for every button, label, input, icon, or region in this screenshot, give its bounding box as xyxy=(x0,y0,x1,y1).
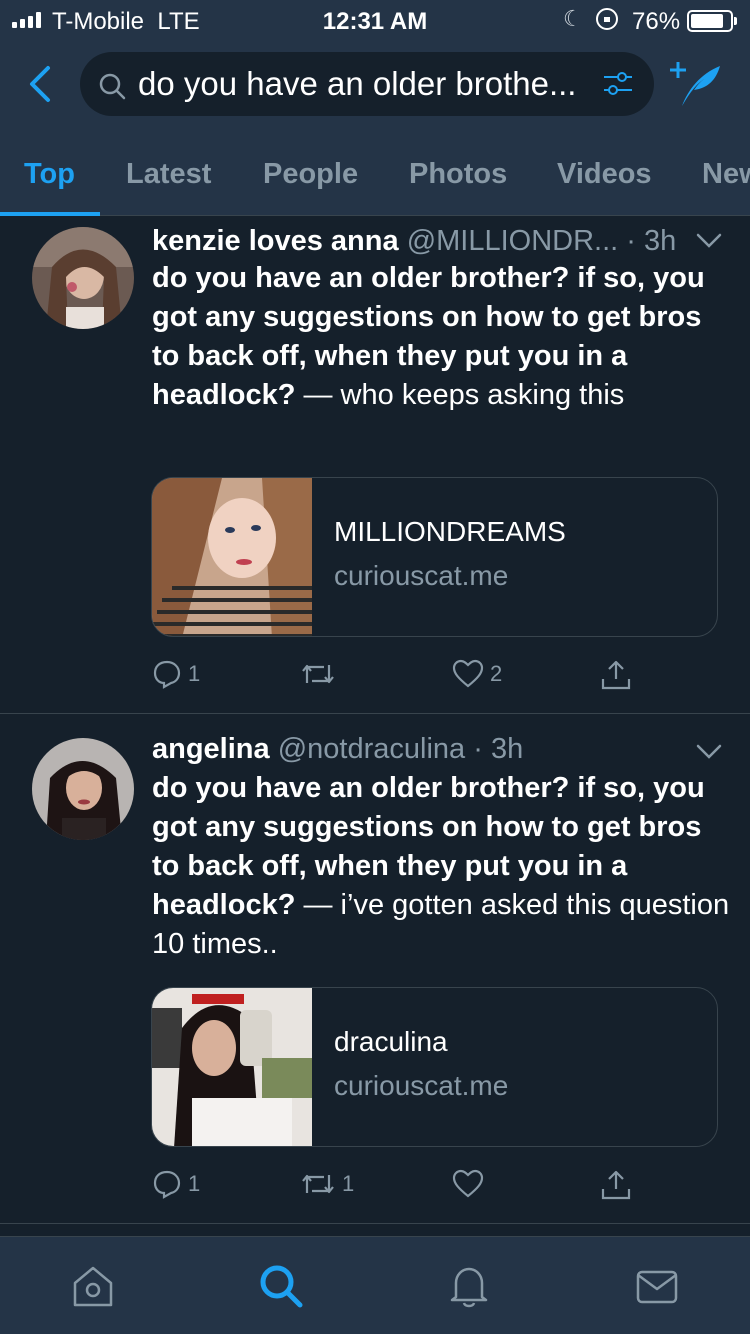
nav-notifications[interactable] xyxy=(446,1263,492,1309)
reply-count: 1 xyxy=(188,661,201,686)
search-icon xyxy=(260,1265,303,1308)
tweet-actions: 1 1 xyxy=(0,1169,750,1209)
retweet-button[interactable]: 1 xyxy=(300,1169,354,1199)
reply-count: 1 xyxy=(188,1171,201,1196)
tab-latest[interactable]: Latest xyxy=(126,158,211,191)
tweet-header: kenzie loves anna @MILLIONDR... · 3h xyxy=(152,225,676,258)
orientation-lock-icon xyxy=(596,8,618,30)
chevron-left-icon xyxy=(30,66,50,102)
avatar[interactable] xyxy=(32,738,134,840)
tweet[interactable]: kenzie loves anna @MILLIONDR... · 3h do … xyxy=(0,217,750,714)
tweet-header: angelina @notdraculina · 3h xyxy=(152,733,523,766)
reply-button[interactable]: 1 xyxy=(152,1169,200,1199)
battery-icon xyxy=(687,10,737,32)
card-thumbnail xyxy=(152,478,312,636)
like-count: 2 xyxy=(490,661,503,686)
status-bar: T-Mobile LTE 12:31 AM ☾ 76% xyxy=(0,0,750,40)
reply-button[interactable]: 1 xyxy=(152,659,200,689)
nav-home[interactable] xyxy=(70,1263,116,1309)
retweet-icon xyxy=(302,664,334,684)
card-domain: curiouscat.me xyxy=(334,1070,509,1101)
battery-percentage: 76% xyxy=(632,8,681,35)
chevron-down-icon[interactable] xyxy=(696,744,722,760)
link-card[interactable]: MILLIONDREAMS curiouscat.me xyxy=(151,477,718,637)
retweet-count: 1 xyxy=(342,1171,355,1196)
user-handle[interactable]: @MILLIONDR... xyxy=(407,225,619,257)
tweet-text: do you have an older brother? if so, you… xyxy=(152,769,732,964)
heart-icon xyxy=(452,659,484,688)
retweet-button[interactable] xyxy=(300,659,342,689)
mail-icon xyxy=(636,1270,678,1304)
tweet-time: · 3h xyxy=(626,225,677,257)
avatar[interactable] xyxy=(32,227,134,329)
tweet-answer: — who keeps asking this xyxy=(303,379,625,411)
nav-search[interactable] xyxy=(258,1263,304,1309)
bottom-tab-bar xyxy=(0,1236,750,1334)
share-button[interactable] xyxy=(600,1169,632,1201)
tweet-actions: 1 2 xyxy=(0,659,750,699)
search-tabs: Top Latest People Photos Videos New xyxy=(0,130,750,216)
like-button[interactable] xyxy=(452,1169,490,1199)
display-name[interactable]: kenzie loves anna xyxy=(152,225,399,257)
link-card[interactable]: draculina curiouscat.me xyxy=(151,987,718,1147)
back-button[interactable] xyxy=(22,64,58,104)
chevron-down-icon[interactable] xyxy=(696,233,722,249)
card-title: MILLIONDREAMS xyxy=(334,516,566,547)
tab-top[interactable]: Top xyxy=(24,158,75,191)
compose-tweet-button[interactable] xyxy=(668,60,724,108)
tweet-time: · 3h xyxy=(473,733,524,765)
reply-icon xyxy=(153,660,181,689)
bell-icon xyxy=(450,1267,488,1308)
share-icon xyxy=(601,660,631,690)
card-domain: curiouscat.me xyxy=(334,560,509,591)
tweet-text: do you have an older brother? if so, you… xyxy=(152,259,732,415)
tab-people[interactable]: People xyxy=(263,158,358,191)
display-name[interactable]: angelina xyxy=(152,733,270,765)
tab-photos[interactable]: Photos xyxy=(409,158,507,191)
heart-icon xyxy=(452,1169,484,1198)
nav-messages[interactable] xyxy=(634,1263,680,1309)
active-tab-indicator xyxy=(0,212,100,216)
tab-news[interactable]: New xyxy=(702,158,750,191)
card-title: draculina xyxy=(334,1026,448,1057)
tab-videos[interactable]: Videos xyxy=(557,158,652,191)
reply-icon xyxy=(153,1170,181,1199)
filter-settings-icon[interactable] xyxy=(602,70,634,98)
do-not-disturb-icon: ☾ xyxy=(563,6,583,31)
retweet-icon xyxy=(302,1174,334,1194)
search-header: do you have an older brothe... xyxy=(0,40,750,130)
search-query: do you have an older brothe... xyxy=(138,65,577,102)
card-thumbnail xyxy=(152,988,312,1146)
home-icon xyxy=(73,1266,113,1307)
tweet[interactable]: angelina @notdraculina · 3h do you have … xyxy=(0,714,750,1224)
search-icon xyxy=(99,73,126,100)
share-icon xyxy=(601,1170,631,1200)
user-handle[interactable]: @notdraculina xyxy=(278,733,465,765)
like-button[interactable]: 2 xyxy=(452,659,502,689)
share-button[interactable] xyxy=(600,659,632,691)
compose-feather-icon xyxy=(670,62,720,106)
search-input[interactable]: do you have an older brothe... xyxy=(80,52,654,116)
